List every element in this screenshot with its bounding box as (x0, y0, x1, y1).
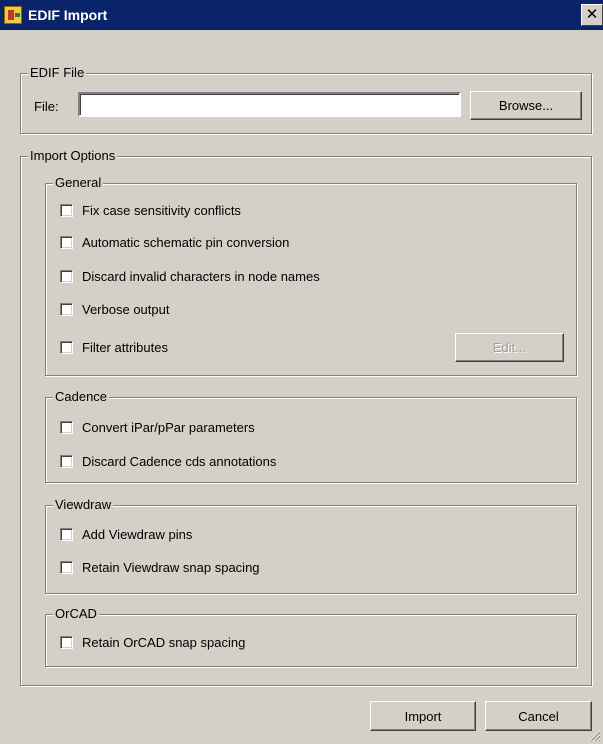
discard-invalid-characters-checkbox[interactable] (60, 270, 73, 283)
fix-case-sensitivity-label: Fix case sensitivity conflicts (82, 203, 241, 218)
retain-viewdraw-snap-checkbox[interactable] (60, 561, 73, 574)
general-legend: General (53, 175, 104, 191)
verbose-output-checkbox[interactable] (60, 303, 73, 316)
close-button[interactable]: ✕ (581, 4, 603, 26)
orcad-legend: OrCAD (53, 606, 99, 622)
import-button[interactable]: Import (370, 701, 476, 731)
cancel-button[interactable]: Cancel (485, 701, 592, 731)
edit-button-label: Edit... (492, 340, 527, 355)
window-title: EDIF Import (28, 7, 108, 23)
browse-button[interactable]: Browse... (470, 91, 582, 120)
browse-button-label: Browse... (498, 98, 554, 113)
edit-button[interactable]: Edit... (455, 333, 564, 362)
resize-grip-icon[interactable] (589, 730, 601, 742)
cadence-group: Cadence (45, 389, 577, 483)
retain-viewdraw-snap-label: Retain Viewdraw snap spacing (82, 560, 260, 575)
convert-ipar-ppar-checkbox[interactable] (60, 421, 73, 434)
fix-case-sensitivity-checkbox[interactable] (60, 204, 73, 217)
filter-attributes-label: Filter attributes (82, 340, 168, 355)
file-label: File: (34, 99, 59, 114)
add-viewdraw-pins-checkbox[interactable] (60, 528, 73, 541)
file-path-input[interactable] (78, 92, 461, 117)
discard-cds-annotations-checkbox[interactable] (60, 455, 73, 468)
discard-invalid-characters-label: Discard invalid characters in node names (82, 269, 320, 284)
retain-orcad-snap-checkbox[interactable] (60, 636, 73, 649)
edif-file-legend: EDIF File (28, 65, 87, 81)
import-button-label: Import (404, 708, 442, 724)
viewdraw-legend: Viewdraw (53, 497, 114, 513)
viewdraw-group: Viewdraw (45, 497, 577, 594)
title-bar[interactable]: EDIF Import ✕ (0, 0, 603, 30)
import-options-legend: Import Options (28, 148, 118, 164)
filter-attributes-checkbox[interactable] (60, 341, 73, 354)
automatic-pin-conversion-label: Automatic schematic pin conversion (82, 235, 290, 250)
automatic-pin-conversion-checkbox[interactable] (60, 236, 73, 249)
app-icon (4, 6, 22, 24)
discard-cds-annotations-label: Discard Cadence cds annotations (82, 454, 277, 469)
add-viewdraw-pins-label: Add Viewdraw pins (82, 527, 193, 542)
retain-orcad-snap-label: Retain OrCAD snap spacing (82, 635, 246, 650)
verbose-output-label: Verbose output (82, 302, 170, 317)
convert-ipar-ppar-label: Convert iPar/pPar parameters (82, 420, 255, 435)
cadence-legend: Cadence (53, 389, 110, 405)
cancel-button-label: Cancel (518, 708, 559, 724)
